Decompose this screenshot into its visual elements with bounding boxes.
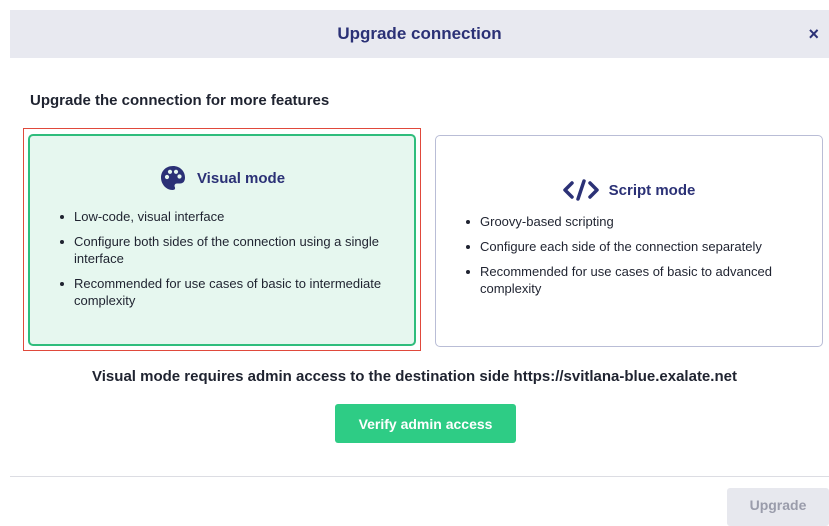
script-mode-heading: Script mode: [436, 178, 822, 202]
visual-mode-features: Low-code, visual interface Configure bot…: [60, 208, 398, 317]
list-item: Configure both sides of the connection u…: [60, 233, 398, 267]
script-mode-features: Groovy-based scripting Configure each si…: [466, 213, 806, 305]
script-mode-card[interactable]: Script mode Groovy-based scripting Confi…: [435, 135, 823, 347]
code-icon: [562, 179, 599, 201]
list-item: Configure each side of the connection se…: [466, 238, 806, 255]
list-item: Low-code, visual interface: [60, 208, 398, 225]
dialog-header: Upgrade connection ×: [10, 10, 829, 58]
visual-mode-heading: Visual mode: [30, 164, 414, 192]
dialog-title: Upgrade connection: [337, 24, 502, 43]
dialog-subtitle: Upgrade the connection for more features: [30, 92, 330, 109]
visual-mode-card[interactable]: Visual mode Low-code, visual interface C…: [28, 134, 416, 346]
admin-access-notice: Visual mode requires admin access to the…: [92, 368, 737, 385]
visual-mode-title: Visual mode: [196, 169, 286, 187]
list-item: Recommended for use cases of basic to ad…: [466, 263, 806, 297]
list-item: Recommended for use cases of basic to in…: [60, 275, 398, 309]
verify-admin-access-button[interactable]: Verify admin access: [335, 404, 516, 443]
script-mode-title: Script mode: [608, 181, 696, 199]
close-icon[interactable]: ×: [808, 23, 819, 45]
palette-icon: [160, 166, 185, 190]
list-item: Groovy-based scripting: [466, 213, 806, 230]
footer-divider: [10, 476, 829, 477]
upgrade-button[interactable]: Upgrade: [727, 488, 829, 526]
